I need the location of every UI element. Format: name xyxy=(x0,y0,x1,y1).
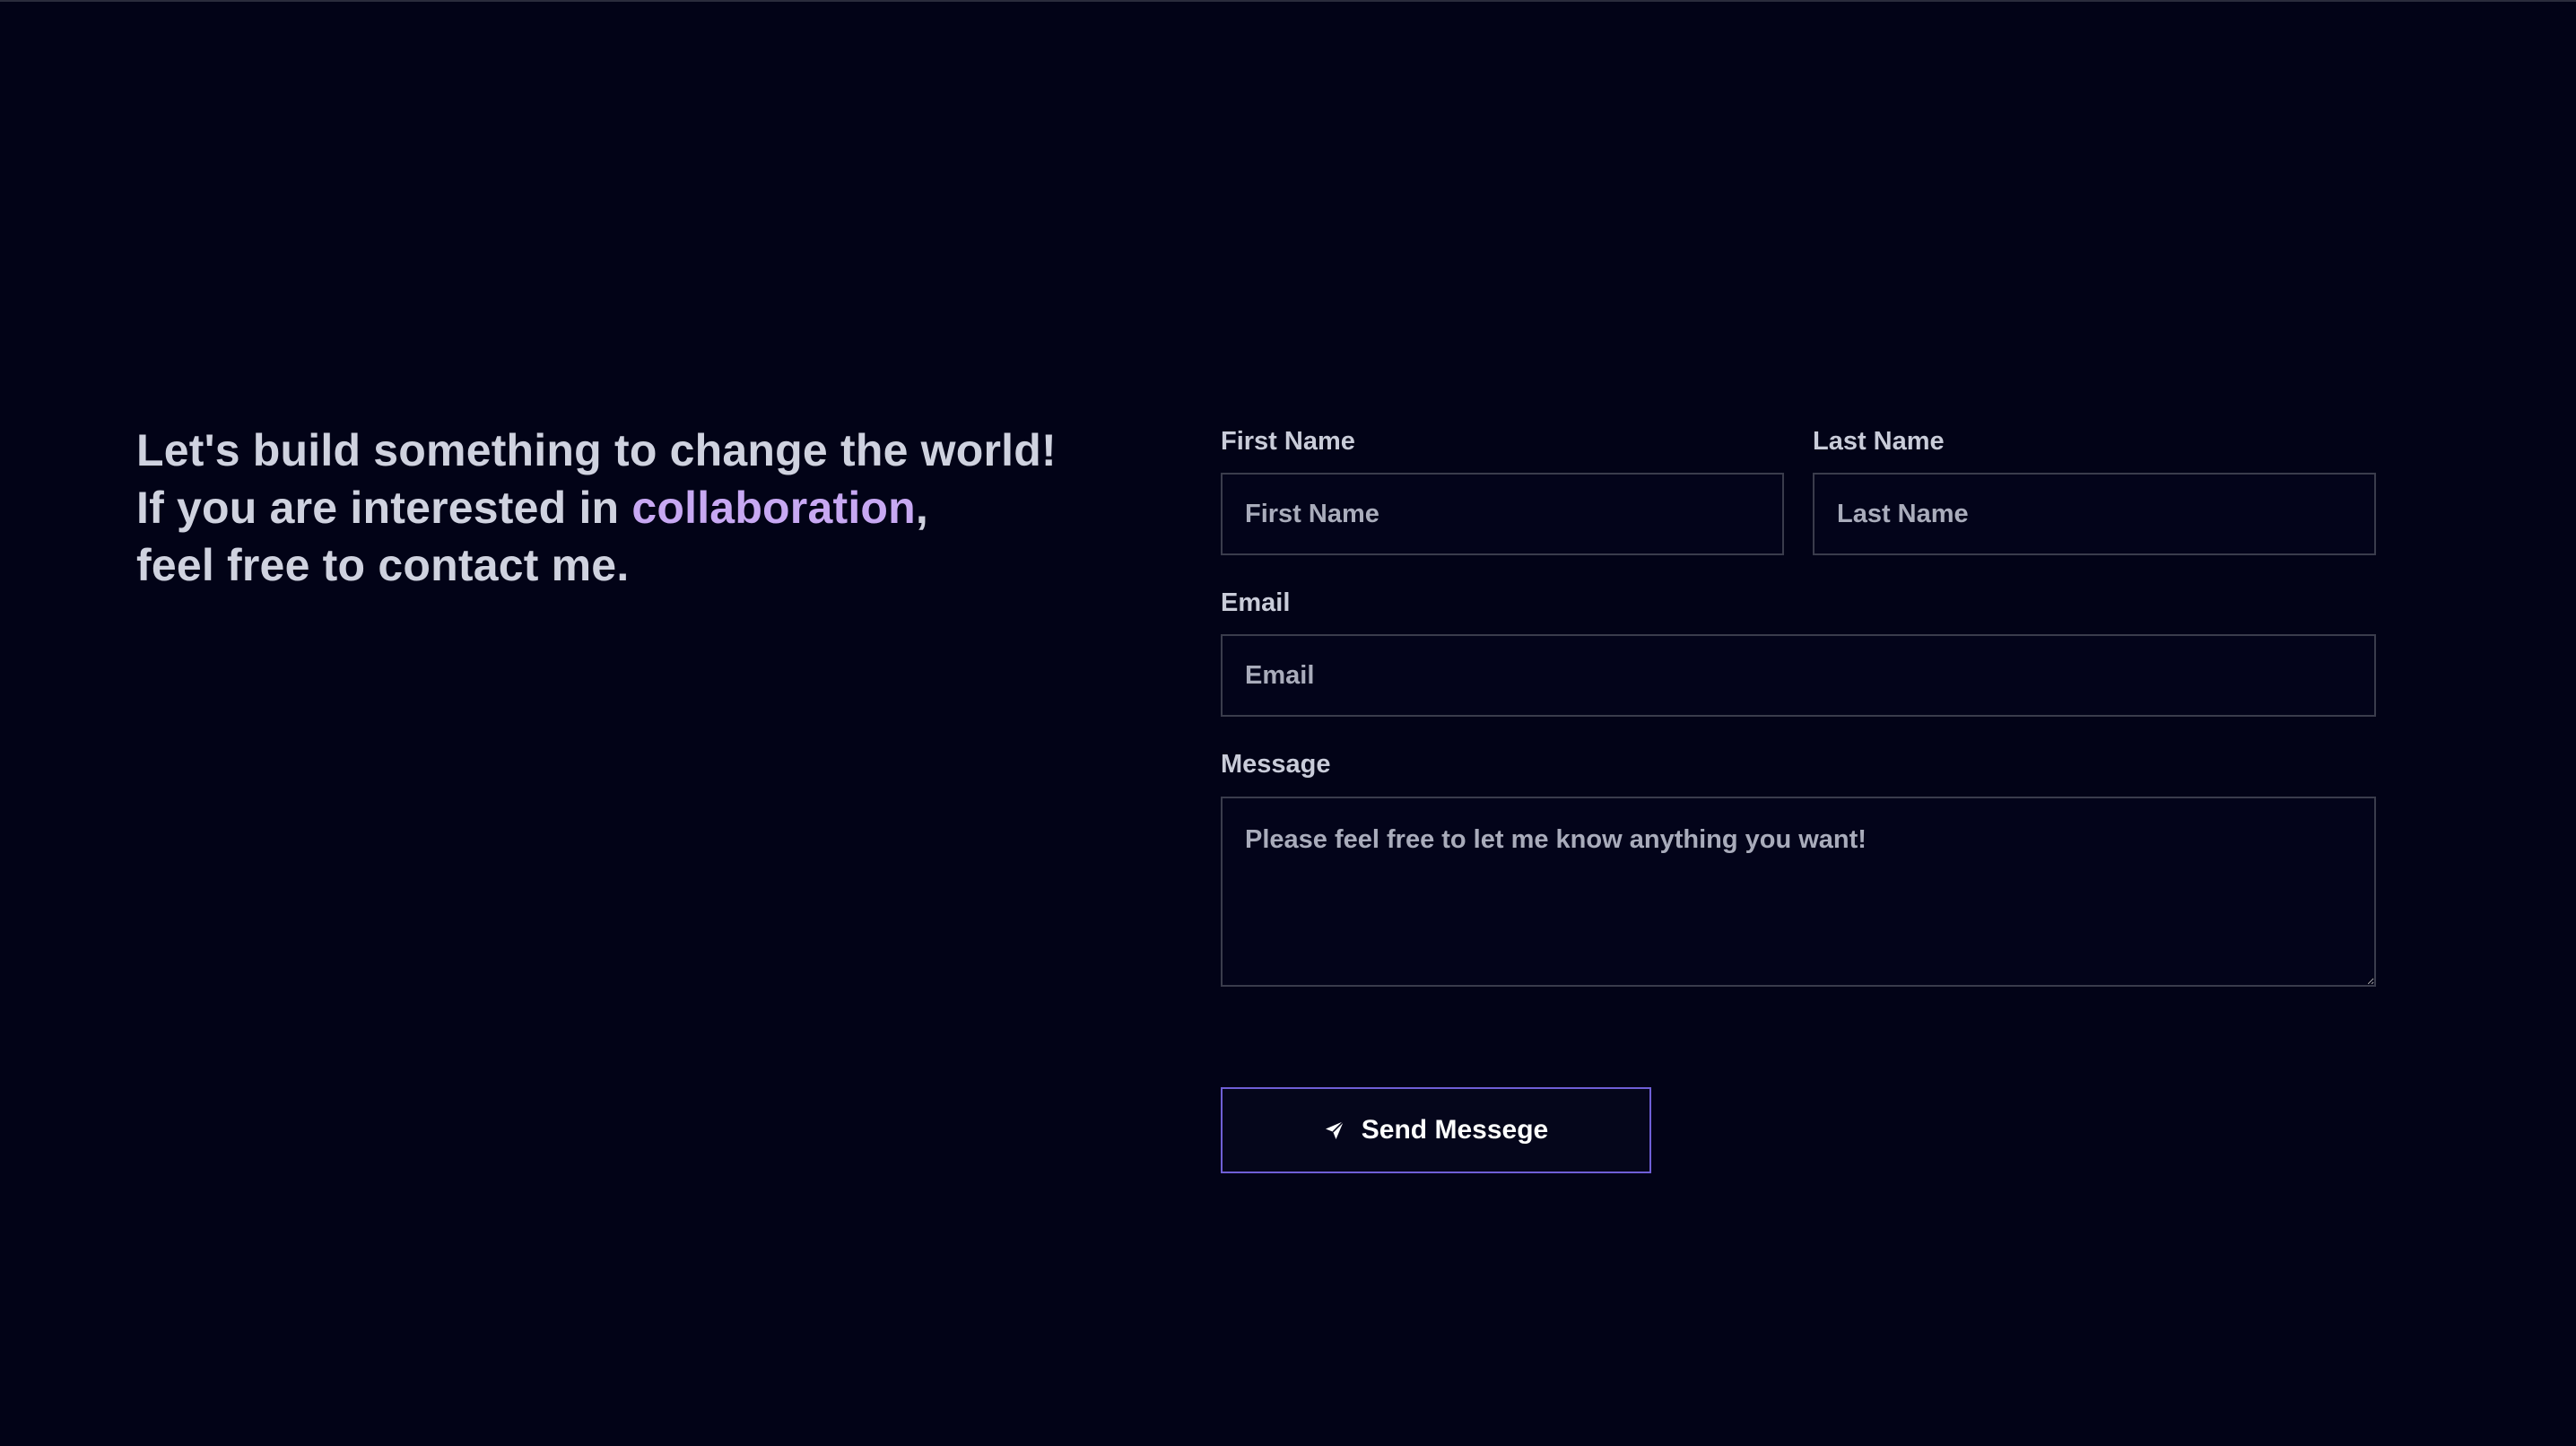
intro-line-2-prefix: If you are interested in xyxy=(136,483,632,533)
intro-line-3: feel free to contact me. xyxy=(136,540,630,590)
intro-line-2: If you are interested in collaboration, xyxy=(136,479,1141,536)
intro-line-2-suffix: , xyxy=(915,483,928,533)
send-message-button[interactable]: Send Messege xyxy=(1221,1087,1651,1173)
message-label: Message xyxy=(1221,750,1331,779)
email-label: Email xyxy=(1221,588,1291,617)
first-name-label: First Name xyxy=(1221,427,1355,456)
intro-line-1: Let's build something to change the worl… xyxy=(136,425,1057,475)
contact-form: First Name Last Name Email Message Send … xyxy=(1221,0,2376,1446)
contact-intro: Let's build something to change the worl… xyxy=(136,422,1141,594)
email-input[interactable] xyxy=(1221,634,2376,717)
last-name-label: Last Name xyxy=(1813,427,1945,456)
send-message-label: Send Messege xyxy=(1361,1115,1549,1145)
message-textarea[interactable] xyxy=(1221,797,2376,987)
last-name-input[interactable] xyxy=(1813,473,2376,555)
send-icon xyxy=(1324,1119,1345,1141)
intro-highlight-collaboration: collaboration xyxy=(631,483,916,533)
first-name-input[interactable] xyxy=(1221,473,1784,555)
